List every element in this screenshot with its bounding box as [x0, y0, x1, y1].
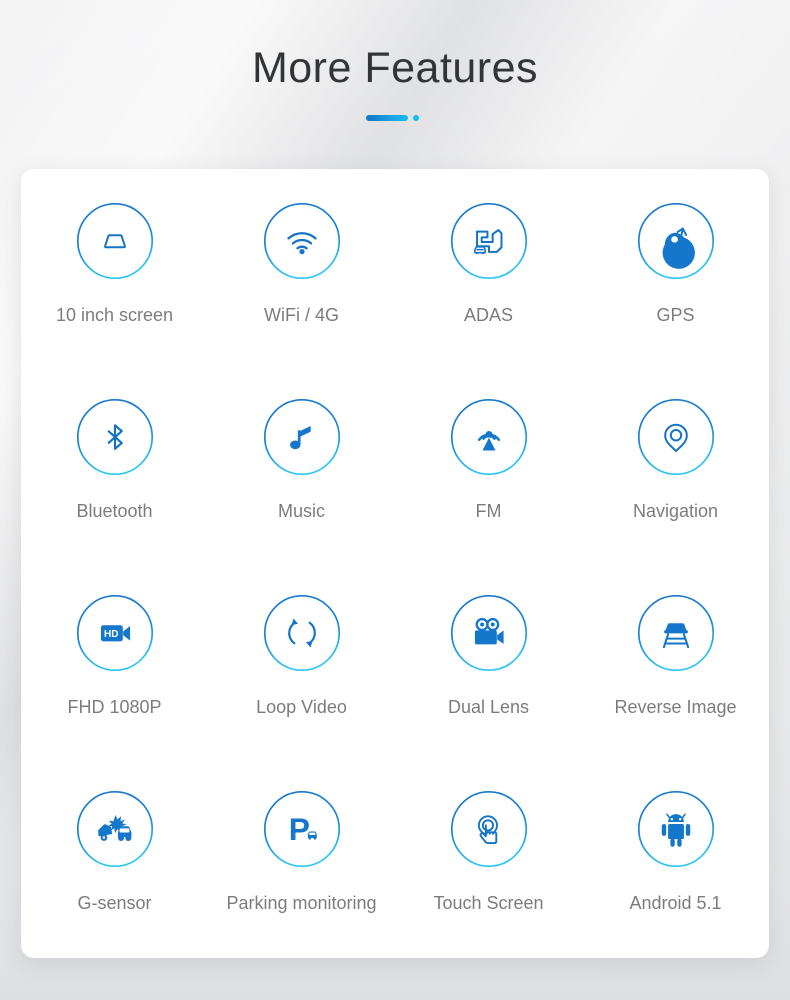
- feature-item: GPS: [582, 202, 769, 398]
- icon-ring: [76, 202, 154, 280]
- map-pin-icon: [637, 398, 715, 476]
- feature-item: Dual Lens: [395, 594, 582, 790]
- feature-label: Dual Lens: [447, 697, 530, 717]
- reverse-car-guidelines-icon: [637, 594, 715, 672]
- feature-item: Touch Screen: [395, 790, 582, 986]
- music-note-icon: [263, 398, 341, 476]
- touch-hand-icon: [450, 790, 528, 868]
- feature-label: FM: [475, 501, 502, 521]
- feature-item: ADAS: [395, 202, 582, 398]
- feature-label: Android 5.1: [629, 893, 722, 913]
- icon-ring: [450, 790, 528, 868]
- icon-ring: [637, 594, 715, 672]
- page-title: More Features: [251, 44, 539, 92]
- title-accent-underline: [366, 114, 424, 121]
- accent-bar: [366, 114, 408, 121]
- bluetooth-icon: [76, 398, 154, 476]
- feature-item: Bluetooth: [21, 398, 208, 594]
- feature-label: Parking monitoring: [226, 893, 377, 913]
- car-collision-icon: [76, 790, 154, 868]
- feature-item: Music: [208, 398, 395, 594]
- loop-arrows-icon: [263, 594, 341, 672]
- feature-label: Reverse Image: [614, 697, 737, 717]
- feature-showcase-page: More Features 10 inch screen WiFi / 4G A…: [0, 0, 790, 1000]
- icon-ring: [450, 202, 528, 280]
- parking-p-car-icon: P: [263, 790, 341, 868]
- screen-icon: [76, 202, 154, 280]
- feature-item: Loop Video: [208, 594, 395, 790]
- feature-label: 10 inch screen: [55, 305, 174, 325]
- icon-ring: [263, 398, 341, 476]
- adas-road-car-icon: [450, 202, 528, 280]
- icon-ring: [450, 398, 528, 476]
- icon-ring: [76, 594, 154, 672]
- icon-ring: [263, 790, 341, 868]
- features-grid: 10 inch screen WiFi / 4G ADAS GPS Blueto…: [21, 202, 769, 986]
- icon-ring: [450, 594, 528, 672]
- icon-ring: [637, 790, 715, 868]
- icon-ring: [76, 790, 154, 868]
- feature-label: Touch Screen: [433, 893, 544, 913]
- icon-ring: [637, 202, 715, 280]
- feature-item: FM: [395, 398, 582, 594]
- icon-ring: [637, 398, 715, 476]
- feature-label: FHD 1080P: [67, 697, 162, 717]
- feature-label: G-sensor: [77, 893, 152, 913]
- fm-broadcast-tower-icon: [450, 398, 528, 476]
- feature-item: Android 5.1: [582, 790, 769, 986]
- feature-item: HD FHD 1080P: [21, 594, 208, 790]
- icon-ring: [76, 398, 154, 476]
- feature-label: WiFi / 4G: [264, 305, 339, 325]
- icon-ring: [263, 594, 341, 672]
- feature-label: Music: [277, 501, 325, 521]
- feature-item: 10 inch screen: [21, 202, 208, 398]
- feature-label: GPS: [656, 305, 695, 325]
- hd-camcorder-icon: HD: [76, 594, 154, 672]
- accent-dot: [413, 114, 419, 121]
- feature-label: Bluetooth: [76, 501, 153, 521]
- feature-item: Navigation: [582, 398, 769, 594]
- dual-lens-camera-icon: [450, 594, 528, 672]
- satellite-dish-icon: [637, 202, 715, 280]
- page-header: More Features: [0, 0, 790, 169]
- feature-item: Reverse Image: [582, 594, 769, 790]
- wifi-icon: [263, 202, 341, 280]
- feature-item: P Parking monitoring: [208, 790, 395, 986]
- feature-label: ADAS: [463, 305, 514, 325]
- feature-item: WiFi / 4G: [208, 202, 395, 398]
- android-robot-icon: [637, 790, 715, 868]
- feature-label: Navigation: [632, 501, 719, 521]
- features-card: 10 inch screen WiFi / 4G ADAS GPS Blueto…: [21, 169, 769, 958]
- icon-ring: [263, 202, 341, 280]
- feature-label: Loop Video: [256, 697, 347, 717]
- feature-item: G-sensor: [21, 790, 208, 986]
